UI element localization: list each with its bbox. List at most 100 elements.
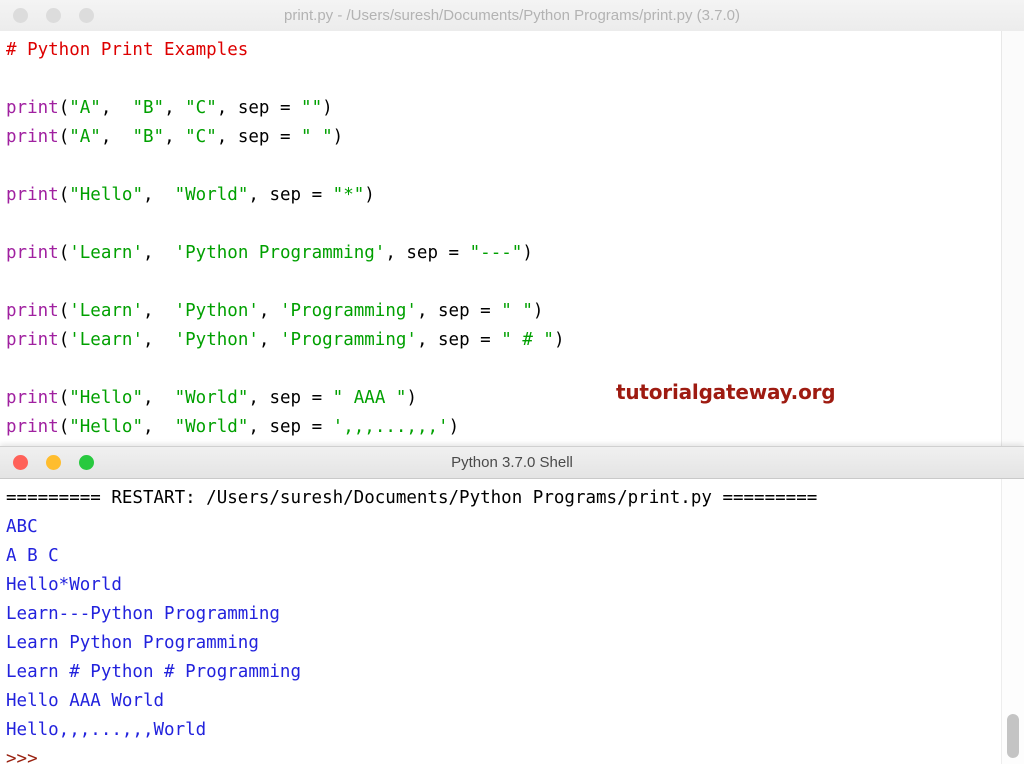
watermark: tutorialgateway.org	[616, 380, 836, 404]
code-token-str: 'Programming'	[279, 301, 417, 321]
code-token-plain: (	[58, 98, 70, 118]
code-token-str: "Hello"	[69, 388, 143, 408]
code-token-plain: )	[448, 417, 460, 437]
code-token-plain: )	[332, 127, 344, 147]
code-token-plain: ,	[143, 243, 175, 263]
shell-output-line: Hello*World	[6, 575, 122, 595]
code-token-str: 'Python Programming'	[174, 243, 386, 263]
code-token-str: "*"	[332, 185, 365, 205]
code-token-plain: (	[58, 301, 70, 321]
code-token-str: 'Programming'	[279, 330, 417, 350]
code-line: # Python Print Examples	[6, 36, 1002, 65]
code-token-str: " "	[301, 127, 333, 147]
code-token-str: "C"	[185, 98, 217, 118]
code-token-plain: ,	[143, 185, 175, 205]
code-token-plain: , sep =	[216, 127, 302, 147]
shell-scrollbar-thumb[interactable]	[1007, 714, 1019, 758]
code-line: print('Learn', 'Python', 'Programming', …	[6, 326, 1002, 355]
code-token-plain: , sep =	[416, 330, 502, 350]
shell-output-line: Learn Python Programming	[6, 633, 259, 653]
code-token-str: "A"	[69, 127, 101, 147]
code-line: print("Hello", "World", sep = " AAA ")	[6, 384, 1002, 413]
shell-output-area[interactable]: ========= RESTART: /Users/suresh/Documen…	[0, 479, 1001, 778]
editor-window: print.py - /Users/suresh/Documents/Pytho…	[0, 0, 1024, 460]
code-token-str: 'Python'	[174, 330, 259, 350]
code-token-str: "Hello"	[69, 417, 143, 437]
shell-output-line: Learn---Python Programming	[6, 604, 280, 624]
code-token-plain: ,	[100, 127, 133, 147]
code-token-str: ',,,...,,,'	[332, 417, 449, 437]
code-token-plain: (	[58, 388, 70, 408]
code-token-str: "B"	[132, 98, 165, 118]
code-token-plain: , sep =	[216, 98, 302, 118]
shell-prompt[interactable]: >>>	[6, 745, 1001, 774]
code-token-str: "World"	[174, 185, 249, 205]
code-token-str: "A"	[69, 98, 101, 118]
shell-output-line: Hello,,,...,,,World	[6, 720, 207, 740]
code-line: print("Hello", "World", sep = "*")	[6, 181, 1002, 210]
editor-title: print.py - /Users/suresh/Documents/Pytho…	[283, 7, 740, 24]
code-token-plain: )	[364, 185, 375, 205]
shell-title: Python 3.7.0 Shell	[451, 454, 573, 471]
shell-output-line: Learn # Python # Programming	[6, 662, 302, 682]
code-token-plain: ,	[258, 330, 280, 350]
code-token-plain: ,	[258, 301, 280, 321]
code-token-str: ""	[301, 98, 323, 118]
code-token-str: " AAA "	[332, 388, 407, 408]
shell-titlebar[interactable]: Python 3.7.0 Shell	[0, 447, 1024, 479]
code-token-plain: )	[553, 330, 565, 350]
code-token-plain: ,	[143, 417, 175, 437]
code-token-plain: )	[322, 98, 333, 118]
code-editor-area[interactable]: # Python Print Examples print("A", "B", "…	[0, 31, 1002, 460]
code-line: print("A", "B", "C", sep = "")	[6, 94, 1002, 123]
code-token-kw: print	[6, 185, 59, 205]
code-token-plain: ,	[143, 330, 175, 350]
code-line: print('Learn', 'Python', 'Programming', …	[6, 297, 1002, 326]
code-token-str: "C"	[185, 127, 217, 147]
code-token-str: 'Python'	[174, 301, 259, 321]
code-token-str: 'Learn'	[69, 301, 143, 321]
editor-scrollbar[interactable]	[1001, 31, 1024, 460]
code-token-plain: , sep =	[248, 417, 333, 437]
code-token-kw: print	[6, 417, 59, 437]
code-line: print("Hello", "World", sep = ',,,...,,,…	[6, 413, 1002, 442]
code-token-plain: (	[58, 330, 70, 350]
code-token-str: 'Learn'	[69, 243, 143, 263]
shell-output-line: ABC	[6, 517, 38, 537]
source-code[interactable]: # Python Print Examples print("A", "B", "…	[0, 31, 1002, 442]
code-token-plain: ,	[164, 98, 186, 118]
code-token-plain: ,	[143, 301, 175, 321]
shell-output-line: Hello AAA World	[6, 691, 165, 711]
code-token-plain: , sep =	[416, 301, 502, 321]
code-comment: # Python Print Examples	[6, 40, 249, 60]
shell-scrollbar[interactable]	[1001, 479, 1024, 764]
editor-titlebar[interactable]: print.py - /Users/suresh/Documents/Pytho…	[0, 0, 1024, 32]
code-token-plain: (	[58, 243, 70, 263]
code-token-kw: print	[6, 243, 59, 263]
code-token-str: "World"	[174, 388, 249, 408]
shell-transcript[interactable]: ========= RESTART: /Users/suresh/Documen…	[0, 479, 1001, 774]
code-line: print("A", "B", "C", sep = " ")	[6, 123, 1002, 152]
code-token-str: "World"	[174, 417, 249, 437]
code-token-plain: , sep =	[248, 185, 333, 205]
code-token-plain: )	[522, 243, 533, 263]
code-token-plain: ,	[164, 127, 186, 147]
code-line: print('Learn', 'Python Programming', sep…	[6, 239, 1002, 268]
code-token-kw: print	[6, 388, 59, 408]
code-token-str: 'Learn'	[69, 330, 143, 350]
code-token-str: " # "	[501, 330, 554, 350]
code-token-kw: print	[6, 98, 59, 118]
code-token-plain: (	[58, 185, 70, 205]
shell-restart-line: ========= RESTART: /Users/suresh/Documen…	[6, 488, 818, 508]
code-token-kw: print	[6, 301, 59, 321]
code-token-str: "---"	[469, 243, 523, 263]
code-token-str: " "	[501, 301, 533, 321]
shell-window: Python 3.7.0 Shell ========= RESTART: /U…	[0, 446, 1024, 778]
code-token-plain: )	[532, 301, 544, 321]
shell-output-line: A B C	[6, 546, 59, 566]
